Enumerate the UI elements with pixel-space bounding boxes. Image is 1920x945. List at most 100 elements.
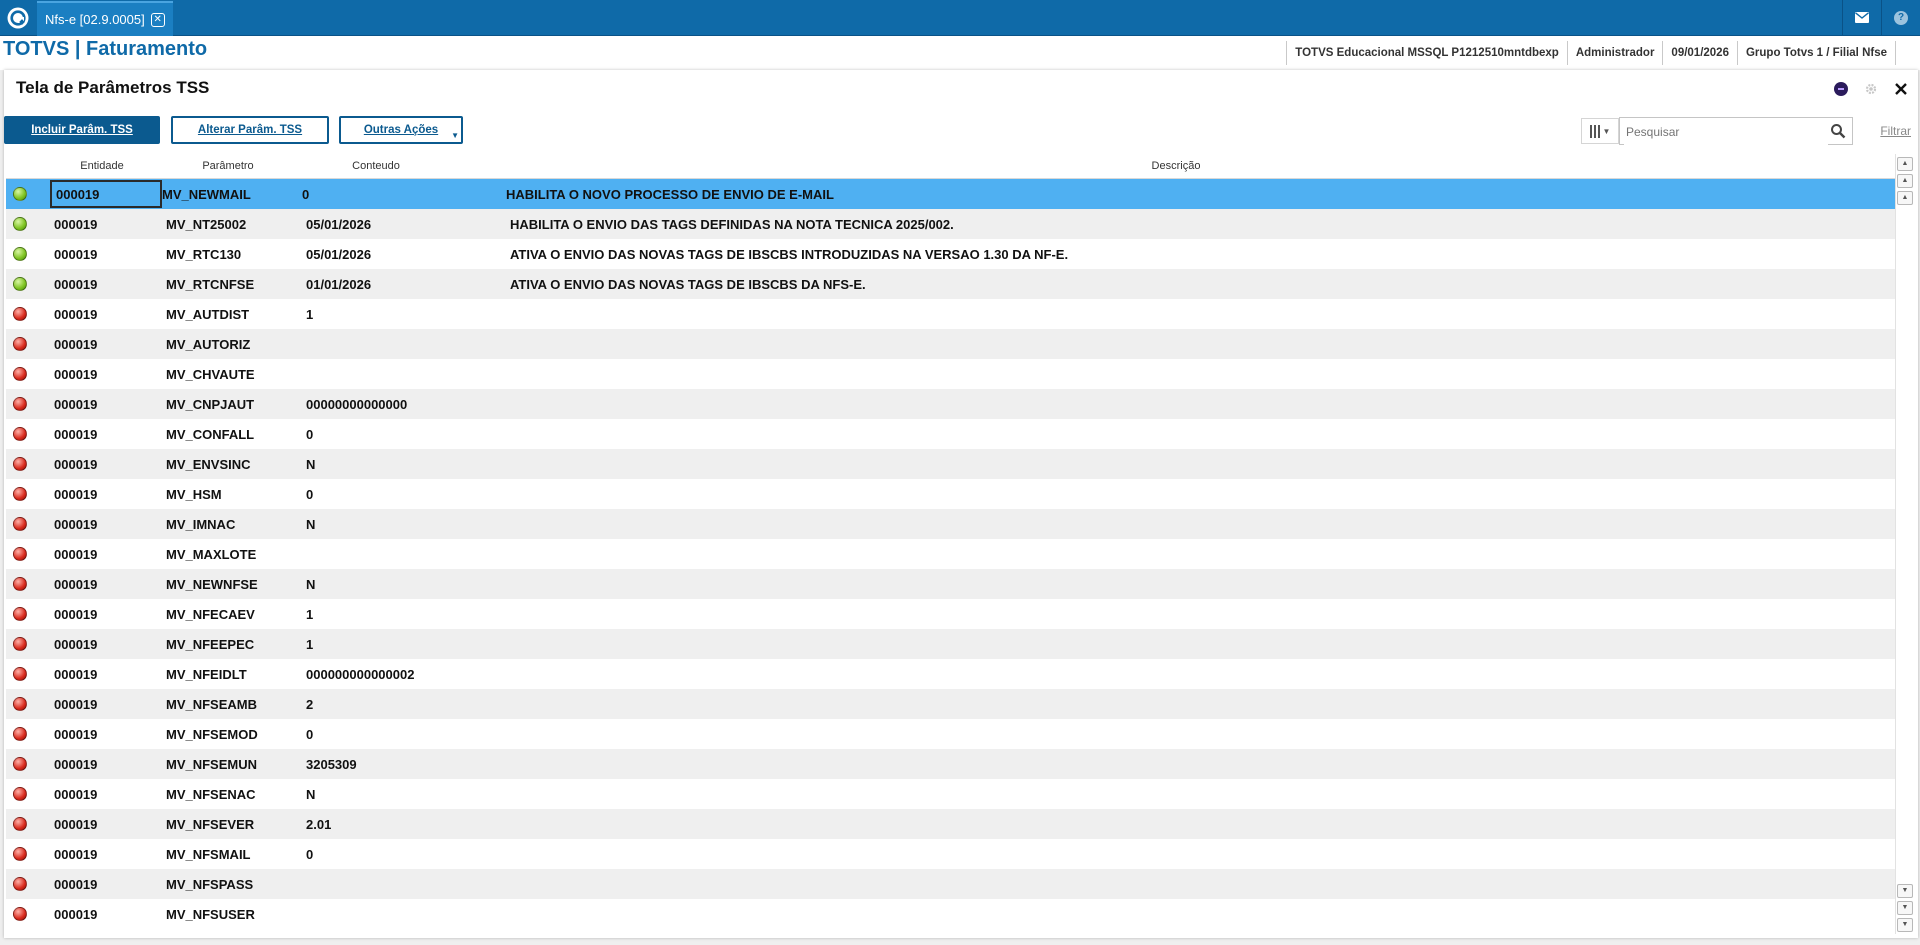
parametro-cell[interactable]: MV_HSM	[166, 487, 306, 502]
table-row[interactable]: 000019 MV_NFEEPEC 1	[6, 629, 1898, 659]
entidade-cell[interactable]: 000019	[50, 697, 166, 712]
table-row[interactable]: 000019 MV_IMNAC N	[6, 509, 1898, 539]
table-row[interactable]: 000019 MV_NEWMAIL 0 HABILITA O NOVO PROCESS…	[6, 179, 1898, 209]
parametro-cell[interactable]: MV_NEWMAIL	[162, 187, 302, 202]
totvs-logo-icon[interactable]	[0, 0, 35, 35]
search-icon[interactable]	[1830, 123, 1846, 139]
scroll-page-up-icon[interactable]: ▲	[1897, 174, 1913, 188]
conteudo-cell[interactable]: 2	[306, 697, 510, 712]
conteudo-cell[interactable]: 01/01/2026	[306, 277, 510, 292]
column-toggle-button[interactable]: ▼	[1581, 118, 1619, 144]
parametro-cell[interactable]: MV_RTC130	[166, 247, 306, 262]
table-row[interactable]: 000019 MV_NFSMAIL 0	[6, 839, 1898, 869]
entidade-cell[interactable]: 000019	[50, 817, 166, 832]
parametro-cell[interactable]: MV_CONFALL	[166, 427, 306, 442]
table-row[interactable]: 000019 MV_NFSEVER 2.01	[6, 809, 1898, 839]
entidade-cell[interactable]: 000019	[50, 247, 166, 262]
parametro-cell[interactable]: MV_NEWNFSE	[166, 577, 306, 592]
filter-link[interactable]: Filtrar	[1880, 124, 1911, 138]
parametro-cell[interactable]: MV_NFEIDLT	[166, 667, 306, 682]
entidade-cell[interactable]: 000019	[50, 337, 166, 352]
table-row[interactable]: 000019 MV_NFSEAMB 2	[6, 689, 1898, 719]
parametro-cell[interactable]: MV_NFEEPEC	[166, 637, 306, 652]
entidade-cell[interactable]: 000019	[50, 367, 166, 382]
conteudo-cell[interactable]: 0	[306, 487, 510, 502]
entidade-cell[interactable]: 000019	[50, 517, 166, 532]
include-param-button[interactable]: Incluir Parâm. TSS	[4, 116, 160, 144]
parametro-cell[interactable]: MV_IMNAC	[166, 517, 306, 532]
descricao-cell[interactable]: ATIVA O ENVIO DAS NOVAS TAGS DE IBSCBS D…	[510, 277, 1898, 292]
conteudo-cell[interactable]: N	[306, 787, 510, 802]
parametro-cell[interactable]: MV_NFSEMOD	[166, 727, 306, 742]
conteudo-cell[interactable]: 1	[306, 637, 510, 652]
conteudo-cell[interactable]: 00000000000000	[306, 397, 510, 412]
parametro-cell[interactable]: MV_NFSEMUN	[166, 757, 306, 772]
conteudo-cell[interactable]: 0	[302, 187, 506, 202]
table-row[interactable]: 000019 MV_CNPJAUT 00000000000000	[6, 389, 1898, 419]
parametro-cell[interactable]: MV_AUTORIZ	[166, 337, 306, 352]
column-header[interactable]: Parâmetro	[158, 160, 298, 172]
company-info[interactable]: Grupo Totvs 1 / Filial Nfse	[1736, 41, 1896, 65]
table-row[interactable]: 000019 MV_RTC130 05/01/2026 ATIVA O ENVIO D…	[6, 239, 1898, 269]
entidade-cell[interactable]: 000019	[50, 487, 166, 502]
entidade-cell[interactable]: 000019	[50, 457, 166, 472]
table-row[interactable]: 000019 MV_NFECAEV 1	[6, 599, 1898, 629]
parametro-cell[interactable]: MV_AUTDIST	[166, 307, 306, 322]
parametro-cell[interactable]: MV_NFSUSER	[166, 907, 306, 922]
conteudo-cell[interactable]: 05/01/2026	[306, 247, 510, 262]
column-header[interactable]: Entidade	[46, 160, 158, 172]
entidade-cell[interactable]: 000019	[50, 547, 166, 562]
conteudo-cell[interactable]: 0	[306, 427, 510, 442]
table-row[interactable]: 000019 MV_NFSUSER	[6, 899, 1898, 929]
conteudo-cell[interactable]: N	[306, 577, 510, 592]
conteudo-cell[interactable]: 0	[306, 727, 510, 742]
entidade-cell[interactable]: 000019	[50, 907, 166, 922]
mail-button[interactable]	[1842, 0, 1881, 35]
entidade-cell[interactable]: 000019	[50, 847, 166, 862]
table-row[interactable]: 000019 MV_NFEIDLT 000000000000002	[6, 659, 1898, 689]
table-row[interactable]: 000019 MV_NFSPASS	[6, 869, 1898, 899]
conteudo-cell[interactable]: 000000000000002	[306, 667, 510, 682]
parametro-cell[interactable]: MV_NFSEVER	[166, 817, 306, 832]
vertical-scrollbar[interactable]: ▲ ▲ ▲ ▼ ▼ ▼	[1895, 154, 1914, 934]
date-info[interactable]: 09/01/2026	[1662, 41, 1737, 65]
entidade-cell[interactable]: 000019	[50, 217, 166, 232]
table-row[interactable]: 000019 MV_NT25002 05/01/2026 HABILITA O ENV…	[6, 209, 1898, 239]
conteudo-cell[interactable]: 1	[306, 307, 510, 322]
entidade-cell[interactable]: 000019	[50, 757, 166, 772]
table-row[interactable]: 000019 MV_ENVSINC N	[6, 449, 1898, 479]
entidade-cell[interactable]: 000019	[50, 877, 166, 892]
table-row[interactable]: 000019 MV_AUTORIZ	[6, 329, 1898, 359]
scroll-page-down-icon[interactable]: ▼	[1897, 901, 1913, 915]
entidade-cell[interactable]: 000019	[50, 180, 162, 208]
conteudo-cell[interactable]: N	[306, 457, 510, 472]
parametro-cell[interactable]: MV_NFECAEV	[166, 607, 306, 622]
table-row[interactable]: 000019 MV_NFSENAC N	[6, 779, 1898, 809]
other-actions-button[interactable]: Outras Ações ▼	[339, 116, 463, 144]
entidade-cell[interactable]: 000019	[50, 667, 166, 682]
help-button[interactable]: ?	[1881, 0, 1920, 35]
parametro-cell[interactable]: MV_RTCNFSE	[166, 277, 306, 292]
descricao-cell[interactable]: HABILITA O ENVIO DAS TAGS DEFINIDAS NA N…	[510, 217, 1898, 232]
table-row[interactable]: 000019 MV_NFSEMOD 0	[6, 719, 1898, 749]
table-row[interactable]: 000019 MV_CONFALL 0	[6, 419, 1898, 449]
entidade-cell[interactable]: 000019	[50, 307, 166, 322]
table-row[interactable]: 000019 MV_CHVAUTE	[6, 359, 1898, 389]
conteudo-cell[interactable]: N	[306, 517, 510, 532]
alter-param-button[interactable]: Alterar Parâm. TSS	[171, 116, 329, 144]
parametro-cell[interactable]: MV_NFSEAMB	[166, 697, 306, 712]
entidade-cell[interactable]: 000019	[50, 727, 166, 742]
column-header[interactable]: Conteudo	[298, 160, 454, 172]
conteudo-cell[interactable]: 3205309	[306, 757, 510, 772]
entidade-cell[interactable]: 000019	[50, 787, 166, 802]
entidade-cell[interactable]: 000019	[50, 397, 166, 412]
parametro-cell[interactable]: MV_NT25002	[166, 217, 306, 232]
tab-nfse[interactable]: Nfs-e [02.9.0005] ✕	[37, 1, 173, 36]
conteudo-cell[interactable]: 2.01	[306, 817, 510, 832]
conteudo-cell[interactable]: 05/01/2026	[306, 217, 510, 232]
entidade-cell[interactable]: 000019	[50, 277, 166, 292]
descricao-cell[interactable]: ATIVA O ENVIO DAS NOVAS TAGS DE IBSCBS I…	[510, 247, 1898, 262]
environment-info[interactable]: TOTVS Educacional MSSQL P1212510mntdbexp	[1286, 41, 1567, 65]
parametro-cell[interactable]: MV_NFSPASS	[166, 877, 306, 892]
scroll-bottom-icon[interactable]: ▼	[1897, 918, 1913, 932]
